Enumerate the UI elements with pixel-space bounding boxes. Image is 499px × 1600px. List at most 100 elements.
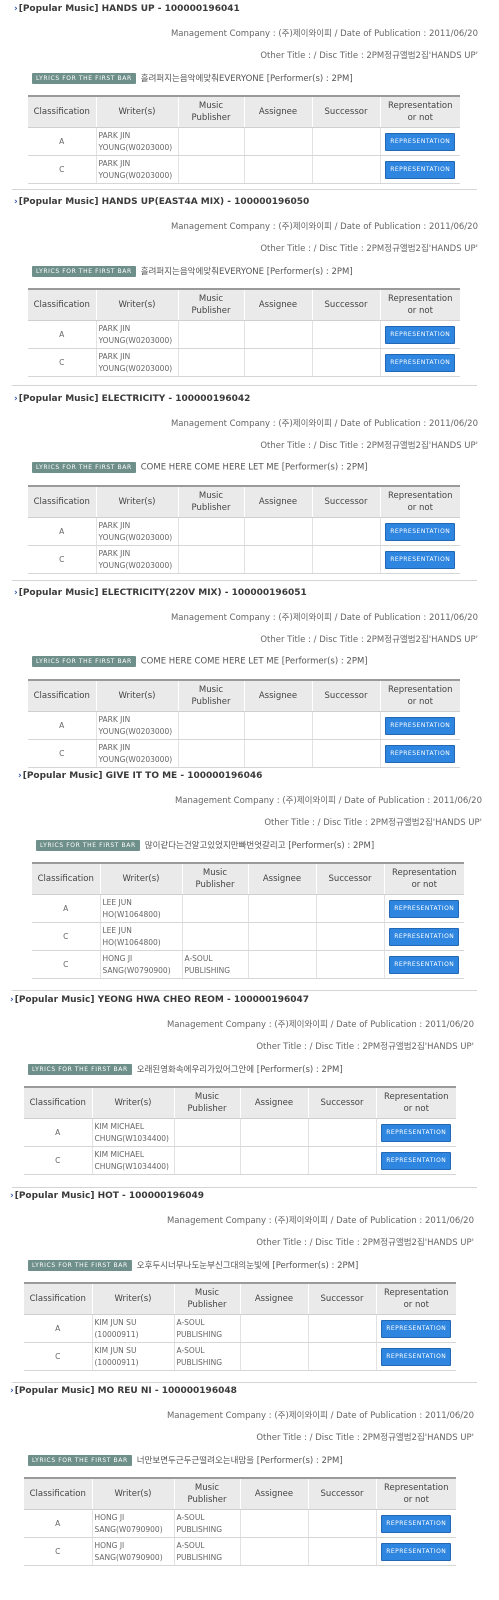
disc-title-info: Other Title : / Disc Title : 2PM정규앨범2집'H… — [256, 1042, 474, 1052]
disc-title-info: Other Title : / Disc Title : 2PM정규앨범2집'H… — [260, 635, 478, 645]
work-title-text: [Popular Music] HOT - 100000196049 — [14, 1191, 205, 1201]
lyrics-text: 너만보면두근두근떨려오는내맘을 [Performer(s) : 2PM] — [136, 1456, 343, 1466]
work-entry: ›[Popular Music] ELECTRICITY(220V MIX) -… — [14, 588, 478, 768]
representation-button[interactable]: REPRESENTATION — [385, 744, 456, 763]
successor-header: Successor — [312, 96, 381, 128]
representation-button[interactable]: REPRESENTATION — [385, 132, 456, 151]
work-title[interactable]: ›[Popular Music] GIVE IT TO ME - 1000001… — [18, 771, 262, 781]
representation-button[interactable]: REPRESENTATION — [385, 550, 456, 569]
representation-button[interactable]: REPRESENTATION — [381, 1319, 452, 1338]
representation-button[interactable]: REPRESENTATION — [381, 1347, 452, 1366]
representation-button[interactable]: REPRESENTATION — [381, 1151, 452, 1170]
table-header-row: Classification Writer(s) Music Publisher As… — [24, 1478, 456, 1510]
writer-header: Writer(s) — [92, 1087, 175, 1119]
assignee-cell — [244, 127, 313, 156]
entry-divider — [12, 385, 477, 386]
representation-cell: REPRESENTATION — [380, 517, 460, 546]
representation-button[interactable]: REPRESENTATION — [381, 1123, 452, 1142]
classification-cell: A — [24, 1509, 93, 1538]
classification-cell: C — [28, 155, 97, 184]
assignee-cell — [244, 320, 313, 349]
writer-cell: HONG JI SANG(W0790900) — [100, 950, 183, 979]
work-entry: ›[Popular Music] HANDS UP(EAST4A MIX) - … — [14, 197, 478, 377]
table-header-row: Classification Writer(s) Music Publisher As… — [28, 486, 460, 518]
lyrics-text: 많이같다는건알고있었지만빠번엇갈리고 [Performer(s) : 2PM] — [144, 841, 375, 851]
management-info: Management Company : (주)제이와이피 / Date of … — [166, 1020, 474, 1030]
rights-table: Classification Writer(s) Music Publisher As… — [28, 679, 460, 768]
work-title[interactable]: ›[Popular Music] HANDS UP - 100000196041 — [14, 4, 240, 14]
lyrics-badge: LYRICS FOR THE FIRST BAR — [28, 1454, 132, 1466]
representation-button[interactable]: REPRESENTATION — [385, 716, 456, 735]
successor-header: Successor — [312, 486, 381, 518]
representation-button[interactable]: REPRESENTATION — [385, 353, 456, 372]
writer-cell: PARK JIN YOUNG(W0203000) — [96, 155, 179, 184]
successor-header: Successor — [308, 1478, 377, 1510]
successor-cell — [308, 1314, 377, 1343]
representation-button[interactable]: REPRESENTATION — [381, 1514, 452, 1533]
representation-button[interactable]: REPRESENTATION — [385, 160, 456, 179]
arrow-right-icon: › — [10, 1386, 14, 1396]
writer-cell: HONG JI SANG(W0790900) — [92, 1537, 175, 1566]
disc-title-info: Other Title : / Disc Title : 2PM정규앨범2집'H… — [256, 1238, 474, 1248]
publisher-cell: A-SOUL PUBLISHING — [174, 1537, 241, 1566]
representation-button[interactable]: REPRESENTATION — [389, 927, 460, 946]
classification-cell: A — [28, 127, 97, 156]
work-title[interactable]: ›[Popular Music] MO REU NI - 10000019604… — [10, 1386, 237, 1396]
rights-table: Classification Writer(s) Music Publisher As… — [28, 485, 460, 574]
successor-cell — [308, 1509, 377, 1538]
entry-divider — [12, 990, 477, 991]
representation-button[interactable]: REPRESENTATION — [385, 522, 456, 541]
classification-cell: C — [24, 1146, 93, 1175]
successor-cell — [316, 894, 385, 923]
table-header-row: Classification Writer(s) Music Publisher As… — [24, 1283, 456, 1315]
representation-button[interactable]: REPRESENTATION — [385, 325, 456, 344]
lyrics-badge: LYRICS FOR THE FIRST BAR — [32, 265, 136, 277]
successor-header: Successor — [308, 1087, 377, 1119]
table-header-row: Classification Writer(s) Music Publisher As… — [32, 863, 464, 895]
entry-divider — [12, 1187, 477, 1188]
representation-button[interactable]: REPRESENTATION — [381, 1542, 452, 1561]
writer-header: Writer(s) — [92, 1478, 175, 1510]
assignee-cell — [244, 517, 313, 546]
representation-header: Representation or not — [384, 863, 464, 895]
arrow-right-icon: › — [10, 1191, 14, 1201]
publisher-header: Music Publisher — [182, 863, 249, 895]
management-info: Management Company : (주)제이와이피 / Date of … — [170, 613, 478, 623]
lyrics-badge: LYRICS FOR THE FIRST BAR — [32, 656, 136, 667]
work-title[interactable]: ›[Popular Music] YEONG HWA CHEO REOM - 1… — [10, 995, 309, 1005]
representation-button[interactable]: REPRESENTATION — [389, 899, 460, 918]
work-entry: ›[Popular Music] ELECTRICITY - 100000196… — [14, 394, 478, 574]
assignee-cell — [248, 950, 317, 979]
work-title[interactable]: ›[Popular Music] ELECTRICITY - 100000196… — [14, 394, 250, 404]
arrow-right-icon: › — [14, 394, 18, 404]
work-title[interactable]: ›[Popular Music] ELECTRICITY(220V MIX) -… — [14, 588, 307, 598]
disc-title-info: Other Title : / Disc Title : 2PM정규앨범2집'H… — [256, 1433, 474, 1443]
rights-table: Classification Writer(s) Music Publisher As… — [28, 95, 460, 184]
publisher-cell — [182, 922, 249, 951]
classification-cell: C — [32, 922, 101, 951]
table-row: A KIM JUN SU (10000911) A-SOUL PUBLISHING R… — [24, 1314, 456, 1343]
publisher-cell — [178, 739, 245, 768]
work-title-text: [Popular Music] GIVE IT TO ME - 10000019… — [22, 771, 263, 781]
arrow-right-icon: › — [10, 995, 14, 1005]
representation-header: Representation or not — [376, 1283, 456, 1315]
publisher-header: Music Publisher — [178, 289, 245, 321]
rights-table: Classification Writer(s) Music Publisher As… — [28, 288, 460, 377]
work-title[interactable]: ›[Popular Music] HOT - 100000196049 — [10, 1191, 204, 1201]
work-entry: ›[Popular Music] YEONG HWA CHEO REOM - 1… — [10, 995, 474, 1175]
table-row: C PARK JIN YOUNG(W0203000) REPRESENTATION — [28, 545, 460, 574]
assignee-cell — [240, 1118, 309, 1147]
writer-cell: PARK JIN YOUNG(W0203000) — [96, 127, 179, 156]
lyrics-row: LYRICS FOR THE FIRST BAR 너만보면두근두근떨려오는내맘을 … — [28, 1454, 343, 1466]
assignee-header: Assignee — [240, 1283, 309, 1315]
lyrics-text: COME HERE COME HERE LET ME [Performer(s)… — [140, 656, 368, 667]
work-title[interactable]: ›[Popular Music] HANDS UP(EAST4A MIX) - … — [14, 197, 309, 207]
classification-cell: C — [28, 348, 97, 377]
classification-header: Classification — [24, 1087, 93, 1119]
representation-button[interactable]: REPRESENTATION — [389, 955, 460, 974]
assignee-cell — [244, 155, 313, 184]
assignee-header: Assignee — [248, 863, 317, 895]
successor-header: Successor — [308, 1283, 377, 1315]
classification-header: Classification — [32, 863, 101, 895]
classification-cell: A — [32, 894, 101, 923]
